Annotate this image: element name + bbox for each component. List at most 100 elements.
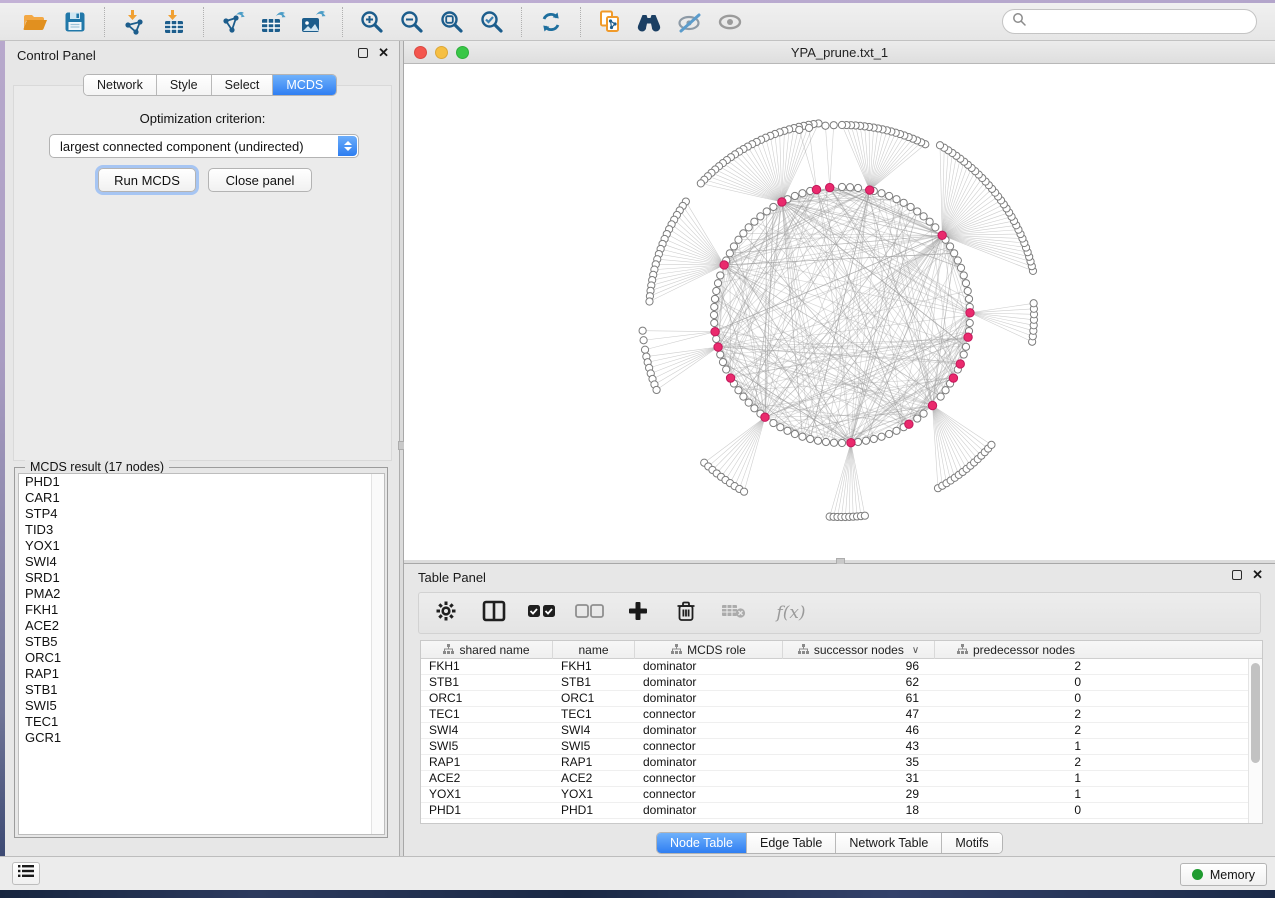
- graph-node[interactable]: [893, 196, 900, 203]
- graph-leaf-node[interactable]: [936, 142, 943, 149]
- mcds-result-item[interactable]: SWI5: [19, 698, 384, 714]
- graph-node[interactable]: [711, 295, 718, 302]
- mcds-result-item[interactable]: FKH1: [19, 602, 384, 618]
- tab-node-table[interactable]: Node Table: [657, 833, 747, 853]
- graph-node[interactable]: [914, 208, 921, 215]
- graph-node[interactable]: [770, 419, 777, 426]
- run-mcds-button[interactable]: Run MCDS: [98, 168, 196, 192]
- mcds-result-item[interactable]: STB1: [19, 682, 384, 698]
- import-network-button[interactable]: [117, 6, 151, 38]
- tab-mcds[interactable]: MCDS: [273, 75, 336, 95]
- graph-node[interactable]: [751, 405, 758, 412]
- optimization-criterion-select[interactable]: largest connected component (undirected): [49, 134, 359, 158]
- graph-node[interactable]: [907, 203, 914, 210]
- graph-leaf-node[interactable]: [988, 441, 995, 448]
- graph-node[interactable]: [920, 213, 927, 220]
- close-panel-button[interactable]: ✕: [378, 48, 389, 58]
- graph-node[interactable]: [946, 243, 953, 250]
- graph-leaf-node[interactable]: [861, 512, 868, 519]
- graph-leaf-node[interactable]: [805, 124, 812, 131]
- table-row[interactable]: FKH1FKH1dominator962: [421, 659, 1262, 675]
- mcds-result-item[interactable]: GCR1: [19, 730, 384, 746]
- deselect-all-button[interactable]: [577, 600, 603, 626]
- graph-leaf-node[interactable]: [1030, 300, 1037, 307]
- table-row[interactable]: SWI5SWI5connector431: [421, 739, 1262, 755]
- graph-node[interactable]: [757, 213, 764, 220]
- graph-leaf-node[interactable]: [796, 126, 803, 133]
- graph-leaf-node[interactable]: [646, 298, 653, 305]
- search-input[interactable]: [1032, 15, 1247, 29]
- graph-node[interactable]: [770, 203, 777, 210]
- network-canvas[interactable]: [404, 64, 1275, 560]
- mcds-result-item[interactable]: ORC1: [19, 650, 384, 666]
- open-file-button[interactable]: [18, 6, 52, 38]
- graph-node[interactable]: [723, 366, 730, 373]
- graph-hub-node[interactable]: [711, 328, 719, 336]
- zoom-selected-button[interactable]: [475, 6, 509, 38]
- graph-leaf-node[interactable]: [740, 488, 747, 495]
- close-table-panel-button[interactable]: ✕: [1252, 570, 1263, 580]
- panel-list-button[interactable]: [12, 862, 40, 885]
- graph-hub-node[interactable]: [964, 333, 972, 341]
- graph-node[interactable]: [964, 287, 971, 294]
- graph-node[interactable]: [862, 437, 869, 444]
- zoom-in-button[interactable]: [355, 6, 389, 38]
- graph-node[interactable]: [713, 335, 720, 342]
- network-graph[interactable]: [404, 64, 1275, 560]
- mcds-result-item[interactable]: STB5: [19, 634, 384, 650]
- graph-hub-node[interactable]: [905, 420, 913, 428]
- hide-selected-button[interactable]: [673, 6, 707, 38]
- zoom-fit-button[interactable]: [435, 6, 469, 38]
- float-table-panel-button[interactable]: [1232, 570, 1242, 580]
- graph-node[interactable]: [932, 224, 939, 231]
- graph-node[interactable]: [893, 427, 900, 434]
- graph-node[interactable]: [830, 439, 837, 446]
- graph-node[interactable]: [854, 184, 861, 191]
- column-header-shared-name[interactable]: shared name: [421, 641, 553, 659]
- export-table-button[interactable]: [256, 6, 290, 38]
- graph-node[interactable]: [714, 280, 721, 287]
- export-network-button[interactable]: [216, 6, 250, 38]
- graph-node[interactable]: [838, 439, 845, 446]
- toolbar-search-field[interactable]: [1002, 9, 1257, 34]
- graph-node[interactable]: [763, 208, 770, 215]
- column-header-name[interactable]: name: [553, 641, 635, 659]
- table-row[interactable]: SWI4SWI4dominator462: [421, 723, 1262, 739]
- network-window-titlebar[interactable]: YPA_prune.txt_1: [404, 41, 1275, 64]
- graph-node[interactable]: [735, 387, 742, 394]
- graph-node[interactable]: [745, 224, 752, 231]
- graph-node[interactable]: [814, 437, 821, 444]
- memory-button[interactable]: Memory: [1180, 863, 1267, 886]
- graph-leaf-node[interactable]: [640, 337, 647, 344]
- save-session-button[interactable]: [58, 6, 92, 38]
- graph-node[interactable]: [717, 272, 724, 279]
- graph-node[interactable]: [740, 230, 747, 237]
- graph-node[interactable]: [942, 387, 949, 394]
- graph-node[interactable]: [846, 184, 853, 191]
- table-settings-button[interactable]: [433, 600, 459, 626]
- graph-node[interactable]: [711, 319, 718, 326]
- delete-table-button[interactable]: [721, 600, 747, 626]
- graph-node[interactable]: [717, 351, 724, 358]
- mcds-result-item[interactable]: TEC1: [19, 714, 384, 730]
- graph-node[interactable]: [713, 287, 720, 294]
- graph-node[interactable]: [878, 190, 885, 197]
- tab-motifs[interactable]: Motifs: [942, 833, 1001, 853]
- graph-node[interactable]: [937, 393, 944, 400]
- show-columns-button[interactable]: [481, 600, 507, 626]
- graph-hub-node[interactable]: [714, 343, 722, 351]
- graph-hub-node[interactable]: [778, 198, 786, 206]
- graph-hub-node[interactable]: [720, 261, 728, 269]
- table-scrollbar-thumb[interactable]: [1251, 663, 1260, 763]
- clone-network-button[interactable]: [593, 6, 627, 38]
- graph-node[interactable]: [807, 435, 814, 442]
- graph-node[interactable]: [914, 415, 921, 422]
- graph-node[interactable]: [886, 430, 893, 437]
- table-row[interactable]: ACE2ACE2connector311: [421, 771, 1262, 787]
- graph-leaf-node[interactable]: [697, 180, 704, 187]
- graph-node[interactable]: [838, 183, 845, 190]
- graph-node[interactable]: [960, 272, 967, 279]
- mcds-result-item[interactable]: RAP1: [19, 666, 384, 682]
- show-all-button[interactable]: [713, 6, 747, 38]
- graph-node[interactable]: [777, 424, 784, 431]
